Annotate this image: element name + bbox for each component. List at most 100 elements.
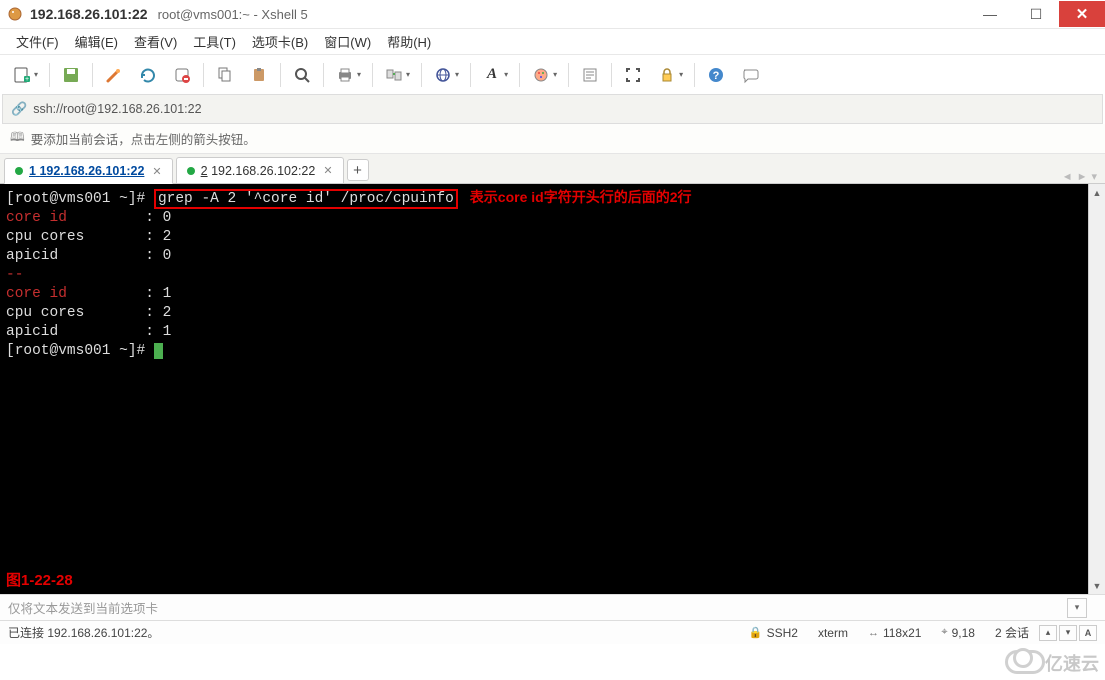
tab-label: 192.168.26.102:22 [211,164,315,178]
tab-add-button[interactable]: + [347,159,369,181]
reconnect-button[interactable] [132,60,164,90]
tab-prev-icon[interactable]: ◄ [1062,171,1073,183]
minimize-button[interactable]: — [967,1,1013,27]
terminal-wrap: [root@vms001 ~]# grep -A 2 '^core id' /p… [0,184,1105,594]
output-key: apicid [6,324,58,340]
app-icon [6,5,24,23]
status-dot-icon [187,167,195,175]
output-key: cpu cores [6,229,84,245]
fullscreen-button[interactable] [617,60,649,90]
menu-edit[interactable]: 编辑(E) [67,29,126,54]
compose-input[interactable]: 仅将文本发送到当前选项卡 [4,598,1067,618]
tab-other[interactable]: 2 192.168.26.102:22 ✕ [176,157,344,183]
output-key: core id [6,286,67,302]
output-key: core id [6,210,67,226]
hint-bar: 🕮 要添加当前会话，点击左侧的箭头按钮。 [0,124,1105,154]
font-button[interactable]: A▾ [476,60,514,90]
status-connection: 已连接 192.168.26.101:22。 [8,624,739,641]
disconnect-button[interactable] [166,60,198,90]
save-button[interactable] [55,60,87,90]
help-button[interactable]: ? [700,60,732,90]
cloud-icon [1005,652,1039,674]
output-val: : [84,229,162,245]
status-sessions: 2 会话 [985,624,1039,641]
command-highlight: grep -A 2 '^core id' /proc/cpuinfo [154,189,458,209]
color-button[interactable]: ▾ [525,60,563,90]
language-button[interactable]: ▾ [427,60,465,90]
tab-bar: 1 192.168.26.101:22 ✕ 2 192.168.26.102:2… [0,154,1105,184]
bookmark-icon[interactable]: 🕮 [10,128,25,149]
cap-a-icon[interactable]: A [1079,625,1097,641]
prompt: [root@vms001 ~]# [6,191,145,207]
tab-active[interactable]: 1 192.168.26.101:22 ✕ [4,158,173,184]
watermark: 亿速云 [1005,650,1099,676]
find-button[interactable] [286,60,318,90]
menu-tools[interactable]: 工具(T) [185,29,244,54]
menu-view[interactable]: 查看(V) [126,29,185,54]
lock-button[interactable]: ▾ [651,60,689,90]
toolbar: +▾ ▾ ▾ ▾ A▾ ▾ ▾ ? [0,54,1105,94]
figure-label: 图1-22-28 [6,571,73,590]
menu-help[interactable]: 帮助(H) [379,29,439,54]
lock-icon: 🔒 [749,626,763,639]
output-num: 0 [163,210,172,226]
status-protocol: 🔒SSH2 [739,626,808,640]
paste-button[interactable] [243,60,275,90]
output-num: 0 [163,248,172,264]
output-key: apicid [6,248,58,264]
annotation: 表示core id字符开头行的后面的2行 [470,189,692,205]
svg-text:+: + [25,76,29,83]
new-session-button[interactable]: +▾ [6,60,44,90]
window-controls: — ☐ ✕ [967,1,1105,27]
output-num: 1 [163,286,172,302]
properties-button[interactable] [98,60,130,90]
script-button[interactable] [574,60,606,90]
maximize-button[interactable]: ☐ [1013,1,1059,27]
print-button[interactable]: ▾ [329,60,367,90]
cursor-icon [154,343,163,359]
terminal[interactable]: [root@vms001 ~]# grep -A 2 '^core id' /p… [0,184,1105,594]
status-size: ↔118x21 [858,626,931,640]
tab-next-icon[interactable]: ► [1077,171,1088,183]
address-text: ssh://root@192.168.26.101:22 [33,102,201,116]
status-dot-icon [15,167,23,175]
scroll-up-icon[interactable]: ▲ [1089,184,1105,201]
session-up-icon[interactable]: ▴ [1039,625,1057,641]
scrollbar[interactable]: ▲ ▼ [1088,184,1105,594]
tab-list-icon[interactable]: ▾ [1091,170,1097,183]
watermark-text: 亿速云 [1045,650,1099,676]
tab-num: 1 [29,164,36,178]
tab-close-icon[interactable]: ✕ [152,165,161,178]
output-val: : [67,286,163,302]
close-button[interactable]: ✕ [1059,1,1105,27]
compose-button[interactable] [734,60,766,90]
svg-text:?: ? [713,70,720,82]
transfer-button[interactable]: ▾ [378,60,416,90]
output-val: : [67,210,163,226]
copy-button[interactable] [209,60,241,90]
compose-dropdown[interactable]: ▾ [1067,598,1087,618]
menu-file[interactable]: 文件(F) [8,29,67,54]
tab-close-icon[interactable]: ✕ [323,164,332,177]
scroll-down-icon[interactable]: ▼ [1089,577,1105,594]
output-num: 1 [163,324,172,340]
menu-tabs[interactable]: 选项卡(B) [244,29,316,54]
prompt: [root@vms001 ~]# [6,343,145,359]
menu-bar: 文件(F) 编辑(E) 查看(V) 工具(T) 选项卡(B) 窗口(W) 帮助(… [0,28,1105,54]
menu-window[interactable]: 窗口(W) [316,29,379,54]
title-rest: root@vms001:~ - Xshell 5 [158,7,308,22]
resize-icon: ↔ [868,627,879,639]
status-term: xterm [808,626,858,640]
address-bar[interactable]: 🔗 ssh://root@192.168.26.101:22 [2,94,1103,124]
link-icon: 🔗 [11,101,27,117]
output-key: cpu cores [6,305,84,321]
status-bar: 已连接 192.168.26.101:22。 🔒SSH2 xterm ↔118x… [0,620,1105,644]
compose-bar: 仅将文本发送到当前选项卡 ▾ [0,594,1105,620]
session-down-icon[interactable]: ▾ [1059,625,1077,641]
cursorpos-icon: ⌖ [941,626,947,639]
status-controls: ▴ ▾ A [1039,625,1097,641]
tab-num: 2 [201,164,208,178]
title-host: 192.168.26.101:22 [30,6,148,22]
output-val: : [84,305,162,321]
tab-label: 192.168.26.101:22 [39,164,144,178]
